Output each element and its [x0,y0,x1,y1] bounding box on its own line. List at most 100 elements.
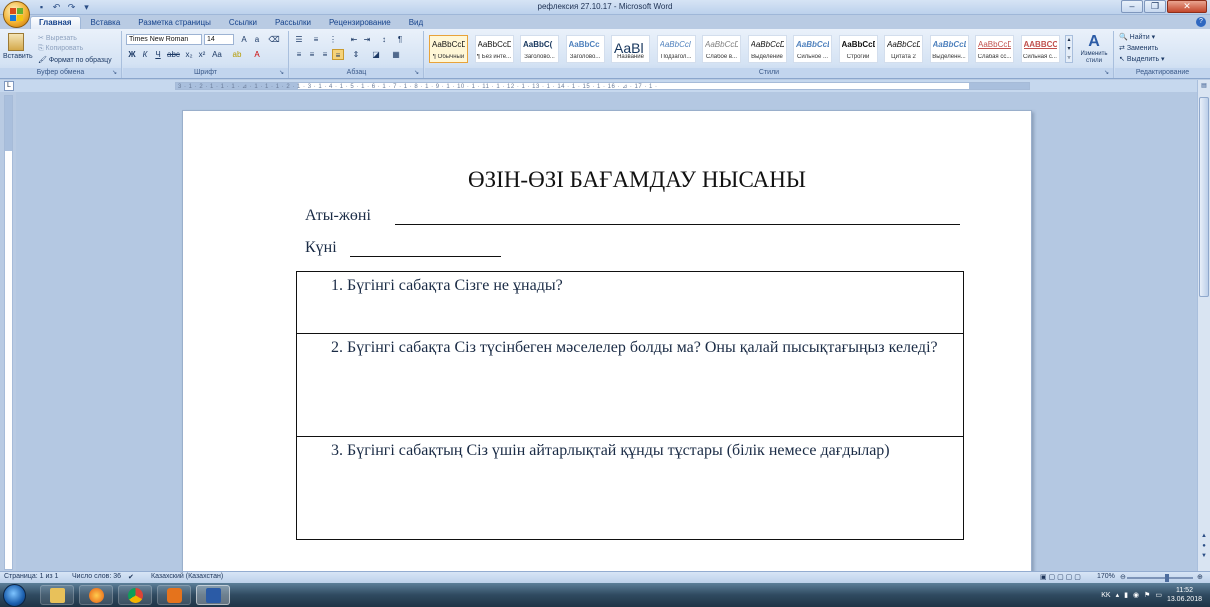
decrease-indent-icon[interactable]: ⇤ [348,34,360,45]
tab-page-layout[interactable]: Разметка страницы [130,17,219,29]
justify-icon[interactable]: ≡ [332,49,344,60]
proofing-icon[interactable]: ✔ [128,573,134,581]
scroll-down-icon[interactable]: ▼ [1199,552,1209,561]
align-left-icon[interactable]: ≡ [293,49,305,60]
style-item[interactable]: AaBbCcDi Выделение [747,35,787,63]
italic-icon[interactable]: К [139,49,151,60]
vertical-scrollbar[interactable]: ▤ ▲ ● ▼ [1197,80,1210,571]
clock[interactable]: 11:52 13.06.2018 [1167,586,1202,604]
office-button[interactable] [3,1,30,28]
tab-mailings[interactable]: Рассылки [267,17,319,29]
style-item[interactable]: AaBbCcDi Цитата 2 [884,35,923,63]
show-marks-icon[interactable]: ¶ [394,34,406,45]
underline-icon[interactable]: Ч [152,49,164,60]
style-item[interactable]: AaBbC(Заголово... [520,35,559,63]
tab-home[interactable]: Главная [30,16,81,29]
zoom-slider-thumb[interactable] [1165,574,1169,582]
taskbar-firefox[interactable] [79,585,113,605]
align-right-icon[interactable]: ≡ [319,49,331,60]
taskbar-chrome[interactable] [118,585,152,605]
name-field-line[interactable] [395,224,960,225]
taskbar-word[interactable] [196,585,230,605]
numbering-icon[interactable]: ≡ [310,34,322,45]
align-center-icon[interactable]: ≡ [306,49,318,60]
format-painter-button[interactable]: 🖌 Формат по образцу [38,56,112,64]
bullets-icon[interactable]: ☰ [293,34,305,45]
shrink-font-icon[interactable]: a [251,34,263,45]
replace-button[interactable]: ⇄ Заменить [1119,44,1158,52]
shading-icon[interactable]: ◪ [370,49,382,60]
bold-icon[interactable]: Ж [126,49,138,60]
zoom-out-icon[interactable]: ⊖ [1120,573,1126,581]
style-item[interactable]: AaBbCc Заголово... [565,35,605,63]
taskbar-explorer[interactable] [40,585,74,605]
zoom-level[interactable]: 170% [1097,573,1115,580]
font-name-combo[interactable]: Times New Roman [126,34,202,45]
restore-button[interactable]: ❐ [1144,0,1166,13]
language-bar[interactable]: KK [1101,592,1110,599]
multilevel-list-icon[interactable]: ⋮ [327,34,339,45]
copy-button[interactable]: ⎘ Копировать [38,45,83,53]
change-case-icon[interactable]: Aa [211,49,223,60]
style-item[interactable]: AaBbCcDc ¶ Без инте... [474,35,514,63]
borders-icon[interactable]: ▦ [390,49,402,60]
close-button[interactable]: ✕ [1167,0,1207,13]
paste-button[interactable]: Вставить [3,53,33,60]
line-spacing-icon[interactable]: ⇕ [350,49,362,60]
horizontal-ruler[interactable]: 3 · 1 · 2 · 1 · 1 · 1 · ⊿ · 1 · 1 · 1 · … [175,82,1030,90]
language-indicator[interactable]: Казахский (Казахстан) [151,573,223,580]
scrollbar-thumb[interactable] [1199,97,1209,297]
paste-icon[interactable] [8,33,24,51]
tab-selector-button[interactable]: L [4,81,14,91]
tab-review[interactable]: Рецензирование [321,17,399,29]
scroll-up-icon[interactable]: ▲ [1199,532,1209,541]
style-item[interactable]: AaBbCcDi Слабое в... [702,35,741,63]
superscript-icon[interactable]: x² [196,49,208,60]
clear-format-icon[interactable]: ⌫ [268,34,280,45]
styles-scroll-icon[interactable]: ▴ ▾ ▿ [1065,35,1073,63]
increase-indent-icon[interactable]: ⇥ [361,34,373,45]
taskbar-media[interactable] [157,585,191,605]
ruler-toggle-icon[interactable]: ▤ [1199,82,1209,91]
zoom-in-icon[interactable]: ⊕ [1197,573,1203,581]
view-buttons[interactable]: ▣ ▢ ▢ ▢ ▢ [1040,573,1081,581]
font-color-icon[interactable]: A [251,49,263,60]
question-row[interactable]: 3. Бүгінгі сабақтың Сіз үшін айтарлықтай… [297,437,963,539]
highlight-icon[interactable]: ab [231,49,243,60]
style-item[interactable]: AaBbCcDc ¶ Обычный [429,35,468,63]
style-item[interactable]: AaBl Название [611,35,650,63]
display-icon[interactable]: ▭ [1155,591,1162,599]
style-item[interactable]: AaBbCcDi Сильное ... [793,35,832,63]
styles-launcher-icon[interactable]: ↘ [1104,70,1111,77]
minimize-button[interactable]: – [1121,0,1143,13]
subscript-icon[interactable]: x₂ [183,49,195,60]
network-icon[interactable]: ▮ [1124,591,1128,599]
vertical-ruler[interactable] [4,95,13,570]
help-icon[interactable]: ? [1196,17,1206,27]
style-item[interactable]: AaBbCcDc Строгий [838,35,878,63]
tab-references[interactable]: Ссылки [221,17,265,29]
question-row[interactable]: 2. Бүгінгі сабақта Сіз түсінбеген мәселе… [297,334,963,437]
style-item[interactable]: AaBbCcl Подзагол... [656,35,696,63]
cut-button[interactable]: ✂ Вырезать [38,34,77,42]
zoom-slider[interactable] [1127,577,1193,579]
word-count[interactable]: Число слов: 36 [72,573,121,580]
font-launcher-icon[interactable]: ↘ [279,70,286,77]
tab-insert[interactable]: Вставка [83,17,129,29]
volume-icon[interactable]: ◉ [1133,591,1139,599]
date-field-line[interactable] [350,256,501,257]
flag-icon[interactable]: ⚑ [1144,591,1150,599]
sort-icon[interactable]: ↕ [378,34,390,45]
browse-object-icon[interactable]: ● [1199,542,1209,551]
strikethrough-icon[interactable]: abc [167,49,180,60]
start-button[interactable] [3,584,26,607]
grow-font-icon[interactable]: A [238,34,250,45]
tab-view[interactable]: Вид [401,17,431,29]
document-page[interactable]: ӨЗІН-ӨЗІ БАҒАМДАУ НЫСАНЫ Аты-жөні Күні 1… [182,110,1032,571]
style-item[interactable]: AaBbCcDc Слабая сс... [975,35,1014,63]
font-size-combo[interactable]: 14 [204,34,234,45]
select-button[interactable]: ↖ Выделить ▾ [1119,55,1165,63]
find-button[interactable]: 🔍 Найти ▾ [1119,33,1155,41]
style-item[interactable]: AABBCCDE Сильная с... [1020,35,1060,63]
paragraph-launcher-icon[interactable]: ↘ [414,70,421,77]
